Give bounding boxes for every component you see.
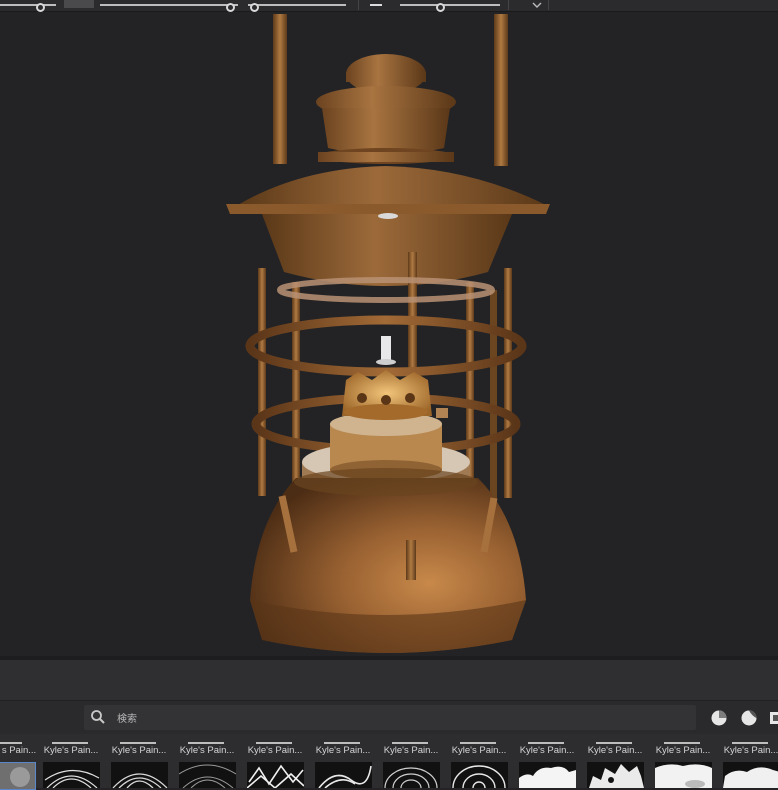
thumb-topmark [120,742,156,744]
thumb-topmark [732,742,768,744]
brush-thumbnail [655,762,712,788]
chevron-down-icon[interactable] [531,0,543,10]
handle-right [494,14,508,166]
shelf-item[interactable]: Kyle's Pain... [650,742,716,788]
slider-knob[interactable] [250,3,259,12]
thumb-topmark [0,742,22,744]
shelf-item[interactable]: Kyle's Pain... [378,742,444,788]
thumb-topmark [392,742,428,744]
shelf-item-label: Kyle's Pain... [723,745,778,756]
shelf-item[interactable]: Kyle's Pain... [718,742,778,788]
brush-flow-slider[interactable] [248,3,346,12]
wick [381,336,391,362]
slider-knob[interactable] [436,3,445,12]
shelf-item[interactable]: s Pain... [0,742,38,790]
slider-knob[interactable] [36,3,45,12]
brush-opacity-slider[interactable] [100,3,238,12]
brush-size-slider[interactable] [0,3,56,12]
brush-thumbnail [43,762,100,788]
brush-thumbnail [587,762,644,788]
thumb-topmark [52,742,88,744]
thumb-topmark [256,742,292,744]
slider-knob[interactable] [226,3,235,12]
thumb-topmark [664,742,700,744]
thumb-topmark [596,742,632,744]
brush-angle-indicator[interactable] [370,4,382,6]
cage-rod [504,268,512,498]
brush-thumbnail [179,762,236,788]
hood-skirt [262,214,512,286]
3d-viewport[interactable] [0,12,778,656]
lantern-model[interactable] [0,12,778,656]
hood-top [236,166,548,206]
brush-thumbnail [0,762,36,790]
brush-thumbnail [723,762,778,788]
shelf-item-label: Kyle's Pain... [383,745,439,756]
shelf-item[interactable]: Kyle's Pain... [582,742,648,788]
half-sphere-icon[interactable] [740,709,758,727]
brush-thumbnail [315,762,372,788]
shelf-item-label: Kyle's Pain... [655,745,711,756]
shelf-item-label: Kyle's Pain... [247,745,303,756]
shelf-thumbnail-list: s Pain... Kyle's Pain... Kyle's Pain... … [0,742,778,790]
brush-thumbnail [519,762,576,788]
toolbar-divider [358,0,359,10]
thumb-topmark [460,742,496,744]
thumb-topmark [188,742,224,744]
shelf-item-label: Kyle's Pain... [111,745,167,756]
brush-spacing-slider[interactable] [400,3,500,12]
shelf-item-label: Kyle's Pain... [43,745,99,756]
brush-thumbnail [247,762,304,788]
square-icon[interactable] [768,709,778,727]
shelf-item-label: Kyle's Pain... [315,745,371,756]
toolbar-divider [508,0,509,10]
shelf-item-label: Kyle's Pain... [587,745,643,756]
cage-rod [258,268,266,496]
brush-thumbnail [451,762,508,788]
shelf-item-label: Kyle's Pain... [179,745,235,756]
search-input[interactable]: 検索 [84,705,696,730]
color-swatch[interactable] [64,0,94,8]
shelf-item[interactable]: Kyle's Pain... [310,742,376,788]
top-cap [322,108,450,155]
thumb-topmark [528,742,564,744]
shelf-header [0,660,778,701]
search-placeholder: 検索 [117,714,137,725]
shelf-item[interactable]: Kyle's Pain... [38,742,104,788]
shelf-search-row: 検索 [0,701,778,734]
shelf-item[interactable]: Kyle's Pain... [446,742,512,788]
shelf-item-label: Kyle's Pain... [519,745,575,756]
shelf-item[interactable]: Kyle's Pain... [242,742,308,788]
brush-thumbnail [383,762,440,788]
handle-left [273,14,287,164]
brush-thumbnail [111,762,168,788]
hood-rim [226,204,550,214]
shelf-item[interactable]: Kyle's Pain... [174,742,240,788]
shelf-panel: 検索 s Pain... Kyle's Pain... Kyle's Pain.… [0,660,778,790]
shelf-item-label: Kyle's Pain... [451,745,507,756]
sphere-icon[interactable] [710,709,728,727]
thumb-topmark [324,742,360,744]
shelf-item[interactable]: Kyle's Pain... [106,742,172,788]
toolbar-divider [548,0,549,10]
search-icon [91,710,105,724]
tool-options-bar [0,0,778,12]
shelf-item[interactable]: Kyle's Pain... [514,742,580,788]
